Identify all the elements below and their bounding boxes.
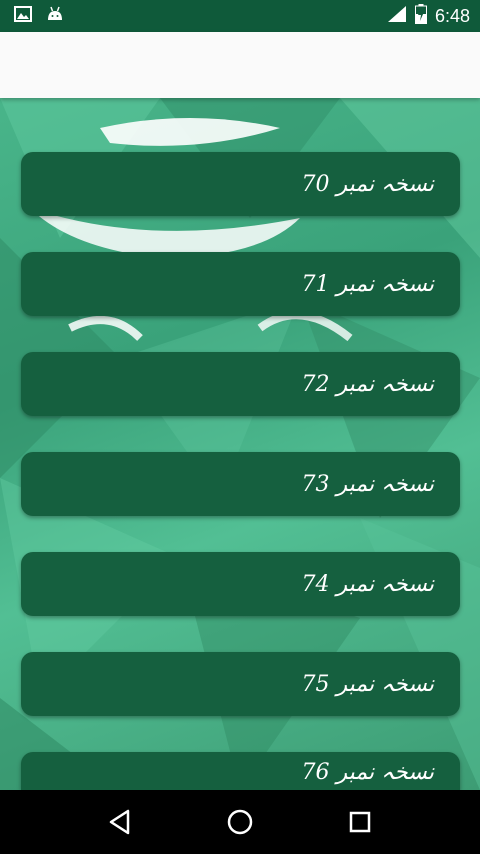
list-item-label: نسخہ نمبر 70: [301, 171, 434, 197]
list-item[interactable]: نسخہ نمبر 72: [21, 352, 460, 416]
back-icon: [109, 809, 130, 835]
list-item[interactable]: نسخہ نمبر 71: [21, 252, 460, 316]
list-item-label: نسخہ نمبر 73: [301, 471, 434, 497]
list-item-label: نسخہ نمبر 72: [301, 371, 434, 397]
list-item[interactable]: نسخہ نمبر 75: [21, 652, 460, 716]
recents-icon: [349, 811, 371, 833]
home-button[interactable]: [220, 802, 260, 842]
home-icon: [227, 809, 253, 835]
status-time: 6:48: [434, 5, 470, 26]
recents-button[interactable]: [340, 802, 380, 842]
status-system: 6:48: [387, 4, 470, 28]
signal-icon: [387, 5, 407, 27]
battery-charging-icon: [414, 4, 427, 28]
list-item-label: نسخہ نمبر 75: [301, 671, 434, 697]
status-bar: 6:48: [0, 0, 480, 32]
list-item[interactable]: نسخہ نمبر 76: [21, 752, 460, 790]
list-item-label: نسخہ نمبر 76: [301, 760, 434, 785]
status-notifications: [14, 6, 64, 26]
list-item-label: نسخہ نمبر 71: [301, 271, 434, 297]
list-item[interactable]: نسخہ نمبر 74: [21, 552, 460, 616]
list-item[interactable]: نسخہ نمبر 70: [21, 152, 460, 216]
app-bar: [0, 32, 480, 98]
list-item-label: نسخہ نمبر 74: [301, 571, 434, 597]
navigation-bar: [0, 790, 480, 854]
image-icon: [14, 6, 32, 26]
back-button[interactable]: [100, 802, 140, 842]
android-icon: [46, 6, 64, 26]
list-item[interactable]: نسخہ نمبر 73: [21, 452, 460, 516]
